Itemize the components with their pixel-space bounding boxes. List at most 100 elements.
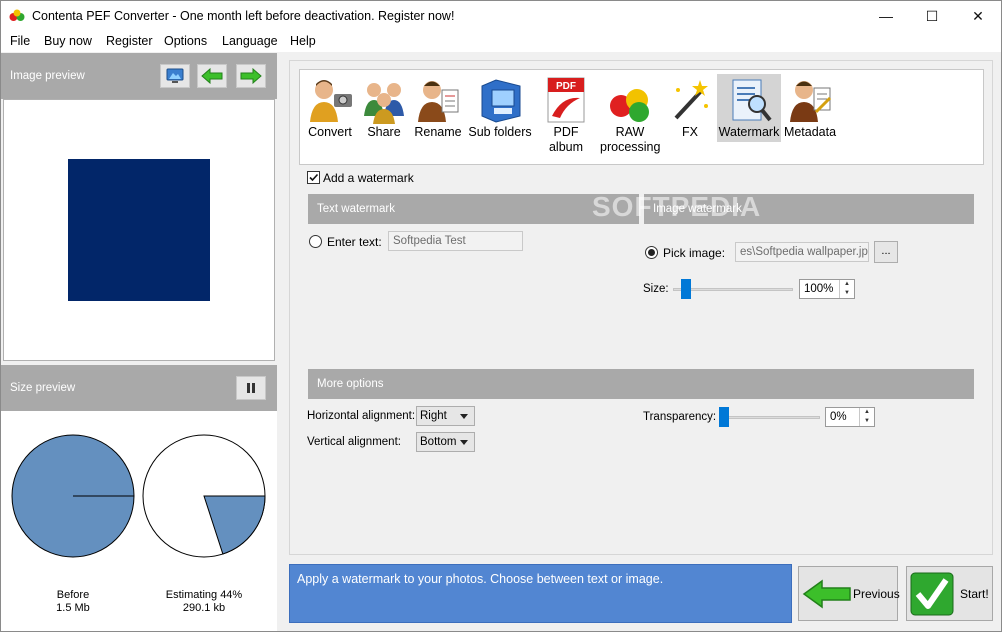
arrow-right-icon — [240, 68, 262, 84]
previous-label: Previous — [853, 587, 900, 601]
more-options-title: More options — [317, 378, 384, 390]
preview-view-button[interactable] — [160, 64, 190, 88]
watermark-panel: Convert Share Rename Sub folders PDF PDF… — [289, 60, 993, 555]
size-spin-arrows-icon[interactable]: ▲ ▼ — [839, 280, 854, 298]
chevron-down-icon — [460, 440, 468, 445]
tool-watermark-label: Watermark — [718, 125, 780, 139]
enter-text-radio[interactable] — [309, 235, 322, 248]
tool-subfolders-label: Sub folders — [468, 125, 532, 139]
tool-raw-processing[interactable]: RAW processing — [598, 74, 662, 154]
monitor-icon — [166, 68, 184, 83]
transparency-spinner[interactable]: 0% ▲ ▼ — [825, 407, 875, 427]
pick-image-label: Pick image: — [663, 246, 726, 260]
estimating-size: 290.1 kb — [182, 602, 226, 614]
transparency-slider-thumb[interactable] — [719, 407, 729, 427]
chevron-down-icon — [460, 414, 468, 419]
text-watermark-title: Text watermark — [317, 203, 395, 215]
size-value: 100% — [804, 283, 834, 295]
tool-metadata-label: Metadata — [783, 125, 837, 139]
start-button[interactable]: Start! — [906, 566, 993, 621]
previous-image-button[interactable] — [197, 64, 227, 88]
watermark-text-input[interactable]: Softpedia Test — [388, 231, 523, 251]
preview-image — [68, 159, 210, 301]
tool-share-label: Share — [367, 125, 401, 139]
maximize-button[interactable]: ☐ — [909, 1, 955, 31]
pause-button[interactable] — [236, 376, 266, 400]
close-button[interactable]: ✕ — [955, 1, 1001, 31]
menu-options[interactable]: Options — [164, 34, 207, 48]
vertical-alignment-value: Bottom — [420, 436, 457, 448]
left-panel: Image preview Size preview Before 1.5 Mb… — [1, 53, 277, 631]
transparency-slider[interactable] — [719, 407, 820, 427]
maximize-icon: ☐ — [925, 7, 939, 24]
size-slider-track — [673, 288, 793, 291]
svg-text:PDF: PDF — [556, 81, 576, 92]
pause-icon — [247, 383, 255, 393]
subfolders-icon — [481, 79, 521, 123]
image-path-input[interactable]: es\Softpedia wallpaper.jpg — [735, 242, 869, 262]
menu-file[interactable]: File — [10, 34, 30, 48]
size-slider-thumb[interactable] — [681, 279, 691, 299]
tool-fx[interactable]: FX — [666, 74, 714, 142]
info-text: Apply a watermark to your photos. Choose… — [297, 572, 664, 586]
tool-pdf-album-label: PDF album — [548, 125, 584, 154]
tool-share[interactable]: Share — [358, 74, 410, 142]
rename-icon — [418, 81, 459, 122]
estimating-label: Estimating 44% — [165, 589, 243, 601]
tool-convert[interactable]: Convert — [304, 74, 356, 142]
previous-button[interactable]: Previous — [798, 566, 900, 621]
pick-image-radio[interactable] — [645, 246, 658, 259]
menu-bar: File Buy now Register Options Language H… — [1, 31, 1001, 52]
size-slider[interactable] — [673, 279, 793, 299]
enter-text-label: Enter text: — [327, 235, 382, 249]
size-label: Size: — [643, 283, 669, 295]
arrow-left-icon — [802, 579, 851, 609]
tool-rename[interactable]: Rename — [412, 74, 464, 142]
image-preview-area — [3, 99, 275, 361]
add-watermark-checkbox[interactable] — [307, 171, 320, 184]
size-preview-area: Before 1.5 Mb Estimating 44% 290.1 kb — [1, 411, 277, 631]
image-watermark-header: Image watermark — [644, 194, 974, 224]
minimize-icon: — — [879, 8, 893, 24]
image-watermark-title: Image watermark — [653, 203, 742, 215]
watermark-icon — [732, 79, 772, 122]
menu-language[interactable]: Language — [222, 34, 278, 48]
transparency-label: Transparency: — [643, 411, 717, 423]
checkmark-icon — [309, 173, 319, 182]
info-box: Apply a watermark to your photos. Choose… — [289, 564, 792, 623]
size-pies — [11, 434, 266, 558]
add-watermark-label: Add a watermark — [323, 171, 414, 185]
transparency-spin-arrows-icon[interactable]: ▲ ▼ — [859, 408, 874, 426]
transparency-value: 0% — [830, 411, 847, 423]
text-watermark-header: Text watermark — [308, 194, 639, 224]
next-image-button[interactable] — [236, 64, 266, 88]
tool-watermark[interactable]: Watermark — [717, 74, 781, 142]
share-icon — [364, 83, 404, 124]
browse-button[interactable]: ... — [874, 241, 898, 263]
menu-help[interactable]: Help — [290, 34, 316, 48]
tool-convert-label: Convert — [308, 125, 352, 139]
metadata-icon — [790, 81, 832, 122]
vertical-alignment-select[interactable]: Bottom — [416, 432, 475, 452]
transparency-slider-track — [719, 416, 820, 419]
close-icon: ✕ — [972, 7, 984, 24]
tool-fx-label: FX — [682, 125, 698, 139]
size-spinner[interactable]: 100% ▲ ▼ — [799, 279, 855, 299]
before-size: 1.5 Mb — [56, 602, 90, 614]
app-logo-icon — [9, 9, 25, 21]
tool-pdf-album[interactable]: PDF PDF album — [536, 74, 596, 154]
before-caption: Before 1.5 Mb — [13, 589, 133, 615]
minimize-button[interactable]: — — [863, 1, 909, 31]
tool-subfolders[interactable]: Sub folders — [468, 74, 532, 142]
pdf-album-icon: PDF — [547, 77, 585, 123]
menu-buy-now[interactable]: Buy now — [44, 34, 92, 48]
menu-register[interactable]: Register — [106, 34, 153, 48]
function-toolbar: Convert Share Rename Sub folders PDF PDF… — [299, 69, 984, 165]
window-title: Contenta PEF Converter - One month left … — [32, 9, 455, 23]
horizontal-alignment-select[interactable]: Right — [416, 406, 475, 426]
tool-metadata[interactable]: Metadata — [783, 74, 837, 142]
tool-raw-processing-label: RAW processing — [600, 125, 661, 154]
estimate-caption: Estimating 44% 290.1 kb — [144, 589, 264, 615]
before-label: Before — [56, 589, 90, 601]
size-preview-label: Size preview — [10, 382, 76, 394]
